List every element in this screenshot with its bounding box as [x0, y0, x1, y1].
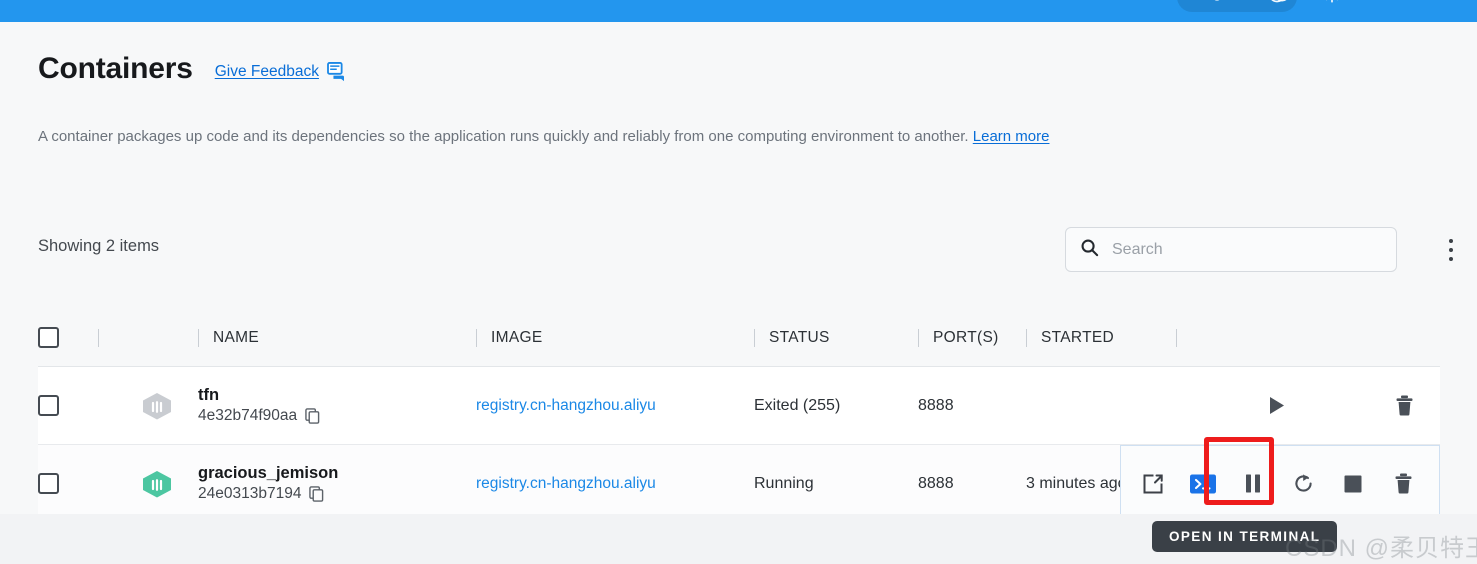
table-header-row: NAME IMAGE STATUS PORT(S) STARTED — [38, 309, 1440, 367]
containers-page: Containers Give Feedback A container pac… — [0, 22, 1477, 564]
docker-desktop-window: Containers Give Feedback A container pac… — [0, 0, 1477, 564]
open-in-browser-icon[interactable] — [1131, 462, 1175, 506]
containers-table: NAME IMAGE STATUS PORT(S) STARTED tfn 4e… — [38, 309, 1440, 523]
container-cube-icon — [140, 469, 174, 499]
row-actions — [1254, 384, 1440, 428]
give-feedback-link[interactable]: Give Feedback — [215, 63, 319, 81]
copy-icon[interactable] — [309, 486, 324, 502]
container-id-wrap: 24e0313b7194 — [198, 484, 476, 505]
titlebar-icons — [1272, 0, 1342, 4]
container-started-cell — [1026, 367, 1176, 444]
row-checkbox[interactable] — [38, 473, 59, 494]
container-image-link[interactable]: registry.cn-hangzhou.aliyu — [476, 397, 738, 415]
container-name-cell: tfn 4e32b74f90aa — [198, 367, 476, 444]
pause-icon[interactable] — [1231, 462, 1275, 506]
column-header-label: STATUS — [769, 328, 830, 346]
container-id: 4e32b74f90aa — [198, 406, 298, 424]
container-name[interactable]: gracious_jemison — [198, 463, 476, 484]
column-header-name[interactable]: NAME — [198, 309, 476, 366]
copy-icon[interactable] — [305, 408, 320, 424]
container-status: Running — [754, 474, 814, 492]
container-ports-cell: 8888 — [918, 367, 1026, 444]
container-name[interactable]: tfn — [198, 385, 476, 406]
page-title: Containers — [38, 52, 193, 85]
open-in-terminal-icon[interactable] — [1181, 462, 1225, 506]
kebab-dot — [1449, 239, 1453, 243]
settings-icon[interactable] — [1322, 0, 1342, 4]
column-header-label: STARTED — [1041, 328, 1115, 346]
column-header-status[interactable]: STATUS — [754, 309, 918, 366]
row-select-cell — [38, 367, 98, 444]
container-id-wrap: 4e32b74f90aa — [198, 406, 476, 427]
column-divider — [754, 328, 755, 347]
select-all-header — [38, 309, 98, 366]
search-input[interactable] — [1112, 240, 1382, 259]
restart-icon[interactable] — [1281, 462, 1325, 506]
learn-more-link[interactable]: Learn more — [973, 128, 1050, 145]
column-divider — [98, 328, 99, 347]
search-box[interactable] — [1065, 227, 1397, 272]
container-image-cell: registry.cn-hangzhou.aliyu — [476, 367, 754, 444]
container-ports: 8888 — [918, 396, 954, 414]
column-divider — [476, 328, 477, 347]
start-icon[interactable] — [1254, 384, 1298, 428]
page-description: A container packages up code and its dep… — [38, 128, 1049, 145]
column-header-label: NAME — [213, 328, 259, 346]
container-started: 3 minutes ago — [1026, 474, 1127, 492]
row-checkbox[interactable] — [38, 395, 59, 416]
container-status-cell: Exited (255) — [754, 367, 918, 444]
column-header-started[interactable]: STARTED — [1026, 309, 1176, 366]
stop-icon[interactable] — [1331, 462, 1375, 506]
column-header-ports[interactable]: PORT(S) — [918, 309, 1026, 366]
header-divider-end — [1176, 309, 1216, 366]
table-row[interactable]: tfn 4e32b74f90aa registry.cn-hangzhou.al… — [38, 367, 1440, 445]
search-icon — [1080, 238, 1099, 262]
container-state-cell — [98, 445, 198, 522]
container-image-cell: registry.cn-hangzhou.aliyu — [476, 445, 754, 522]
kebab-dot — [1449, 257, 1453, 261]
kebab-menu-icon[interactable] — [1440, 236, 1462, 264]
showing-count: Showing 2 items — [38, 237, 160, 255]
row-select-cell — [38, 445, 98, 522]
column-divider — [1026, 328, 1027, 347]
container-ports-cell: 8888 — [918, 445, 1026, 522]
table-row[interactable]: gracious_jemison 24e0313b7194 registry.c… — [38, 445, 1440, 523]
kebab-dot — [1449, 248, 1453, 252]
select-all-checkbox[interactable] — [38, 327, 59, 348]
bug-icon[interactable] — [1207, 0, 1227, 4]
container-status: Exited (255) — [754, 396, 841, 414]
container-ports: 8888 — [918, 474, 954, 492]
container-state-cell — [98, 367, 198, 444]
column-divider — [198, 328, 199, 347]
column-header-label: PORT(S) — [933, 328, 999, 346]
delete-icon[interactable] — [1381, 462, 1425, 506]
minimize-icon[interactable] — [1272, 0, 1292, 4]
feedback-chat-icon[interactable] — [327, 62, 349, 82]
container-cube-icon — [140, 391, 174, 421]
delete-icon[interactable] — [1382, 384, 1426, 428]
column-header-image[interactable]: IMAGE — [476, 309, 754, 366]
header-divider-1 — [98, 309, 198, 366]
page-header: Containers Give Feedback — [38, 52, 349, 86]
give-feedback[interactable]: Give Feedback — [215, 62, 349, 82]
container-status-cell: Running — [754, 445, 918, 522]
container-name-cell: gracious_jemison 24e0313b7194 — [198, 445, 476, 522]
container-image-link[interactable]: registry.cn-hangzhou.aliyu — [476, 475, 738, 493]
row-hover-actions — [1120, 445, 1440, 522]
window-titlebar — [0, 0, 1477, 22]
container-id: 24e0313b7194 — [198, 484, 302, 502]
column-divider — [918, 328, 919, 347]
column-header-label: IMAGE — [491, 328, 543, 346]
page-description-text: A container packages up code and its dep… — [38, 128, 973, 145]
column-divider — [1176, 328, 1177, 347]
watermark: CSDN @柔贝特王哥 — [1285, 535, 1477, 562]
